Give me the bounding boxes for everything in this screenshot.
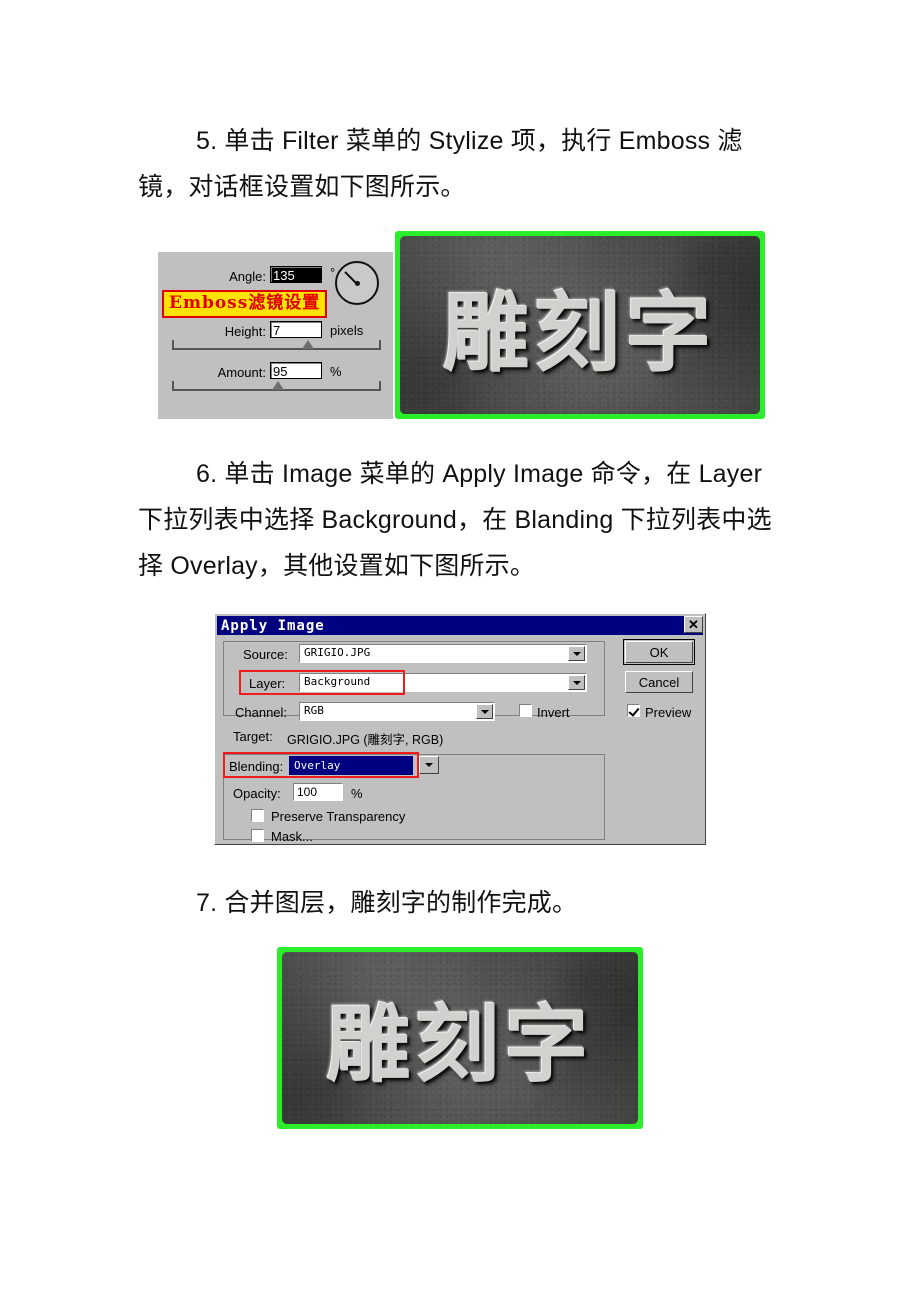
emboss-angle-dial[interactable]	[335, 261, 379, 305]
emboss-height-slider-thumb[interactable]	[302, 340, 314, 349]
paragraph-step6-text: 6. 单击 Image 菜单的 Apply Image 命令，在 Layer 下…	[138, 460, 772, 580]
invert-checkbox[interactable]	[519, 704, 532, 717]
ok-button[interactable]: OK	[623, 639, 695, 665]
stone-texture: 雕刻字	[282, 952, 638, 1124]
chevron-down-icon[interactable]	[568, 675, 585, 690]
source-dropdown[interactable]: GRIGIO.JPG	[299, 644, 587, 663]
layer-value: Background	[304, 675, 371, 688]
channel-value: RGB	[304, 704, 324, 717]
opacity-label: Opacity:	[233, 786, 281, 801]
preserve-transparency-checkbox[interactable]	[251, 809, 264, 822]
mask-label: Mask...	[271, 829, 313, 844]
preview-checkbox[interactable]	[627, 704, 640, 717]
emboss-height-unit: pixels	[330, 323, 364, 338]
emboss-height-slider-track[interactable]	[172, 340, 381, 350]
layer-dropdown[interactable]: Background	[299, 673, 587, 692]
final-result-image: 雕刻字	[277, 947, 643, 1129]
emboss-amount-slider-thumb[interactable]	[272, 381, 284, 390]
angle-dial-hub	[354, 280, 360, 286]
emboss-amount-label: Amount:	[217, 365, 266, 380]
blending-dropdown-arrow-box[interactable]	[417, 756, 439, 775]
channel-dropdown[interactable]: RGB	[299, 702, 495, 721]
source-value: GRIGIO.JPG	[304, 646, 371, 659]
chevron-down-icon[interactable]	[568, 646, 585, 661]
emboss-amount-unit: %	[330, 364, 342, 379]
target-value: GRIGIO.JPG (雕刻字, RGB)	[287, 733, 444, 747]
emboss-height-label: Height:	[224, 324, 266, 339]
paragraph-step5: 5. 单击 Filter 菜单的 Stylize 项，执行 Emboss 滤镜，…	[138, 118, 786, 210]
mask-checkbox[interactable]	[251, 829, 264, 842]
emboss-annotation-label: Emboss滤镜设置	[162, 290, 328, 318]
channel-label: Channel:	[235, 705, 288, 720]
paragraph-step6: 6. 单击 Image 菜单的 Apply Image 命令，在 Layer 下…	[138, 451, 793, 589]
paragraph-step7-text: 7. 合并图层，雕刻字的制作完成。	[196, 889, 578, 917]
blending-label: Blending:	[229, 759, 284, 774]
blending-dropdown[interactable]: Overlay	[289, 756, 413, 775]
emboss-preview-image: 雕刻字	[395, 231, 765, 419]
close-icon[interactable]: ✕	[684, 616, 703, 633]
carved-characters: 雕刻字	[443, 283, 717, 384]
source-label: Source:	[243, 647, 288, 662]
preview-label: Preview	[645, 705, 692, 720]
emboss-angle-input[interactable]: 135	[270, 266, 322, 283]
stone-texture: 雕刻字	[400, 236, 760, 414]
opacity-unit: %	[351, 786, 363, 801]
chevron-down-icon[interactable]	[419, 756, 439, 774]
paragraph-step5-text: 5. 单击 Filter 菜单的 Stylize 项，执行 Emboss 滤镜，…	[138, 127, 743, 201]
layer-label: Layer:	[249, 676, 286, 691]
emboss-angle-label: Angle:	[229, 269, 266, 284]
opacity-input[interactable]: 100	[293, 783, 343, 801]
blending-value: Overlay	[291, 758, 392, 773]
apply-image-title: Apply Image	[221, 617, 325, 634]
emboss-height-input[interactable]: 7	[270, 321, 322, 338]
document-page: 5. 单击 Filter 菜单的 Stylize 项，执行 Emboss 滤镜，…	[0, 0, 920, 1302]
emboss-amount-input[interactable]: 95	[270, 362, 322, 379]
preserve-transparency-label: Preserve Transparency	[271, 809, 406, 824]
chevron-down-icon[interactable]	[476, 704, 493, 719]
carved-characters: 雕刻字	[326, 995, 594, 1094]
target-label: Target:	[233, 729, 273, 744]
invert-label: Invert	[537, 705, 570, 720]
paragraph-step7: 7. 合并图层，雕刻字的制作完成。	[196, 880, 796, 926]
emboss-dialog-panel: Angle: 135 ° Height: 7 pixels Amount: 95…	[158, 252, 393, 419]
apply-image-dialog: Apply Image ✕ Source: GRIGIO.JPG Layer: …	[214, 613, 706, 845]
apply-image-titlebar: Apply Image ✕	[217, 616, 703, 635]
cancel-button[interactable]: Cancel	[625, 671, 693, 693]
emboss-dialog-figure: Angle: 135 ° Height: 7 pixels Amount: 95…	[158, 231, 393, 419]
